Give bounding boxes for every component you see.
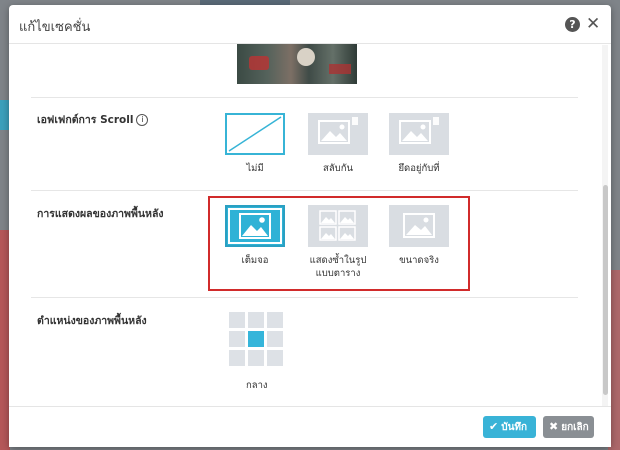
position-middle-left[interactable] bbox=[229, 331, 245, 347]
image-icon bbox=[308, 113, 368, 155]
position-top-center[interactable] bbox=[248, 312, 264, 328]
position-selected-label: กลาง bbox=[246, 380, 268, 391]
highlight-annotation bbox=[208, 196, 470, 291]
option-label: ยึดอยู่กับที่ bbox=[398, 163, 440, 174]
close-icon: ✖ bbox=[549, 420, 559, 433]
modal-title: แก้ไขเซคชั่น bbox=[19, 20, 91, 35]
background-position-label: ตำแหน่งของภาพพื้นหลัง bbox=[37, 315, 147, 327]
option-label: ไม่มี bbox=[246, 163, 264, 174]
position-grid bbox=[229, 312, 283, 366]
modal-body[interactable]: เอฟเฟกต์การ Scroll i ไม่มี สลับกัน ยึดอย… bbox=[9, 44, 611, 412]
save-button[interactable]: ✔ บันทึก bbox=[483, 416, 536, 438]
scroll-option-none[interactable]: ไม่มี bbox=[223, 113, 287, 175]
position-center[interactable] bbox=[248, 331, 264, 347]
background-image-preview bbox=[237, 44, 357, 84]
scroll-effect-label: เอฟเฟกต์การ Scroll i bbox=[37, 111, 149, 128]
image-icon bbox=[389, 113, 449, 155]
position-bottom-left[interactable] bbox=[229, 350, 245, 366]
info-icon[interactable]: i bbox=[136, 114, 149, 126]
modal-header: แก้ไขเซคชั่น ? ✕ bbox=[9, 5, 611, 44]
position-top-right[interactable] bbox=[267, 312, 283, 328]
scrollbar-thumb[interactable] bbox=[603, 185, 608, 395]
option-label: สลับกัน bbox=[323, 163, 353, 174]
help-icon[interactable]: ? bbox=[565, 17, 580, 32]
position-bottom-right[interactable] bbox=[267, 350, 283, 366]
scroll-option-fixed[interactable]: ยึดอยู่กับที่ bbox=[387, 113, 451, 175]
position-middle-right[interactable] bbox=[267, 331, 283, 347]
close-icon[interactable]: ✕ bbox=[586, 14, 600, 34]
position-top-left[interactable] bbox=[229, 312, 245, 328]
divider bbox=[31, 297, 578, 298]
scroll-option-parallax[interactable]: สลับกัน bbox=[306, 113, 370, 175]
no-effect-icon bbox=[225, 113, 285, 155]
position-bottom-center[interactable] bbox=[248, 350, 264, 366]
edit-section-modal: แก้ไขเซคชั่น ? ✕ เอฟเฟกต์การ Scroll i ไม่… bbox=[9, 5, 611, 447]
background-display-label: การแสดงผลของภาพพื้นหลัง bbox=[37, 208, 164, 220]
divider bbox=[31, 97, 578, 98]
modal-footer: ✔ บันทึก ✖ ยกเลิก bbox=[9, 406, 611, 447]
cancel-button[interactable]: ✖ ยกเลิก bbox=[543, 416, 594, 438]
check-icon: ✔ bbox=[489, 420, 499, 433]
divider bbox=[31, 190, 578, 191]
